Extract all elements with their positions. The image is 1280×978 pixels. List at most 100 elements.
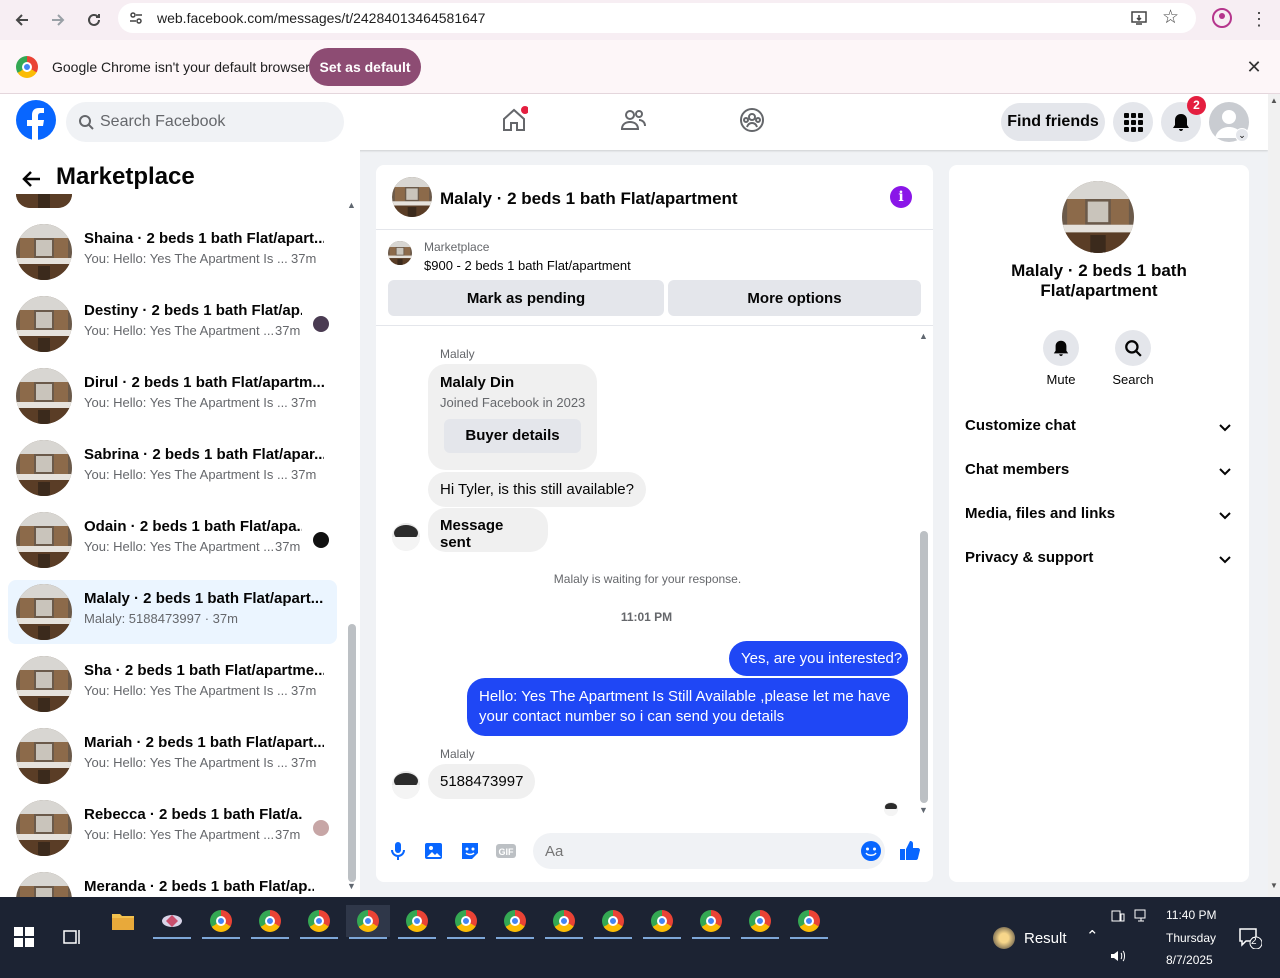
conversation-details-panel: Malaly · 2 beds 1 bath Flat/apartment Mu… <box>949 165 1249 882</box>
chrome-profile-taskbar-icon[interactable] <box>640 905 684 939</box>
profile-icon[interactable] <box>1212 8 1232 28</box>
scroll-up-arrow-icon[interactable]: ▲ <box>1270 96 1278 105</box>
site-settings-icon[interactable] <box>128 10 144 26</box>
install-app-icon[interactable] <box>1130 9 1148 27</box>
buyer-details-button[interactable]: Buyer details <box>444 419 581 453</box>
menu-grid-icon[interactable] <box>1113 102 1153 142</box>
address-bar[interactable]: web.facebook.com/messages/t/242840134645… <box>118 3 1196 33</box>
conversation-preview: You: Hello: Yes The Apartment Is ... <box>84 755 288 770</box>
conversation-item[interactable]: Shaina · 2 beds 1 bath Flat/apart... You… <box>8 220 337 284</box>
reload-icon[interactable] <box>78 4 110 36</box>
mark-as-pending-button[interactable]: Mark as pending <box>388 280 664 316</box>
conversation-item[interactable]: Rebecca · 2 beds 1 bath Flat/a... You: H… <box>8 796 337 860</box>
back-arrow-icon[interactable] <box>6 4 38 36</box>
sticker-icon[interactable] <box>458 839 482 863</box>
chat-members-row[interactable]: Chat members <box>965 449 1233 493</box>
gif-icon[interactable]: GIF <box>494 839 518 863</box>
message-sent-card: Message sent <box>428 508 548 552</box>
sender-name: Malaly <box>440 347 475 361</box>
scroll-down-arrow-icon[interactable]: ▼ <box>919 805 928 815</box>
chrome-profile-taskbar-icon[interactable] <box>493 905 537 939</box>
chevron-up-icon[interactable]: ⌃ <box>1086 927 1099 945</box>
customize-chat-row[interactable]: Customize chat <box>965 405 1233 449</box>
conversation-item[interactable]: Destiny · 2 beds 1 bath Flat/ap... You: … <box>8 292 337 356</box>
thumbs-up-icon[interactable] <box>898 839 922 863</box>
clock-day[interactable]: Thursday <box>1166 931 1216 945</box>
facebook-logo-icon[interactable] <box>16 100 56 140</box>
media-files-links-row[interactable]: Media, files and links <box>965 493 1233 537</box>
task-view-icon[interactable] <box>62 927 82 947</box>
privacy-support-row[interactable]: Privacy & support <box>965 537 1233 581</box>
chrome-taskbar-icon[interactable] <box>199 905 243 939</box>
more-options-button[interactable]: More options <box>668 280 921 316</box>
windows-start-icon[interactable] <box>14 927 34 947</box>
file-explorer-icon[interactable] <box>101 905 145 937</box>
scroll-down-arrow-icon[interactable]: ▼ <box>347 881 356 891</box>
scroll-down-arrow-icon[interactable]: ▼ <box>1270 881 1278 890</box>
conversation-item[interactable]: Sha · 2 beds 1 bath Flat/apartme... You:… <box>8 652 337 716</box>
microphone-icon[interactable] <box>386 839 410 863</box>
chrome-profile-taskbar-icon[interactable] <box>297 905 341 939</box>
forward-arrow-icon[interactable] <box>42 4 74 36</box>
clock-date[interactable]: 8/7/2025 <box>1166 953 1213 967</box>
buyer-profile-card: Malaly Din Joined Facebook in 2023 Buyer… <box>428 364 597 470</box>
volume-icon[interactable] <box>1110 949 1126 963</box>
chat-scrollbar[interactable] <box>920 531 928 803</box>
set-default-button[interactable]: Set as default <box>309 48 421 86</box>
chat-title[interactable]: Malaly · 2 beds 1 bath Flat/apartment <box>440 189 738 209</box>
conversation-item-active[interactable]: Malaly · 2 beds 1 bath Flat/apart... Mal… <box>8 580 337 644</box>
sidebar-scrollbar[interactable] <box>348 624 356 882</box>
friends-icon[interactable] <box>619 106 647 134</box>
sender-avatar <box>392 771 420 799</box>
chrome-menu-icon[interactable]: ⋮ <box>1250 8 1268 30</box>
avatar[interactable] <box>1062 181 1134 253</box>
chrome-profile-taskbar-icon[interactable] <box>346 905 390 939</box>
result-label[interactable]: Result <box>1024 930 1067 947</box>
scroll-up-arrow-icon[interactable]: ▲ <box>919 331 928 341</box>
facebook-header: Search Facebook Find friends ⌄ <box>0 94 1268 150</box>
conversation-item[interactable]: Mariah · 2 beds 1 bath Flat/apart... You… <box>8 724 337 788</box>
chevron-down-icon[interactable]: ⌄ <box>1235 128 1249 142</box>
groups-icon[interactable] <box>738 106 766 134</box>
emoji-icon[interactable] <box>859 839 883 863</box>
mute-button[interactable]: Mute <box>1031 330 1091 387</box>
chrome-profile-taskbar-icon[interactable] <box>444 905 488 939</box>
close-icon[interactable]: ✕ <box>1242 55 1266 79</box>
conversation-item[interactable]: Meranda · 2 beds 1 bath Flat/ap... <box>8 868 337 897</box>
photo-icon[interactable] <box>422 839 446 863</box>
bookmark-star-icon[interactable]: ☆ <box>1162 8 1182 28</box>
taskbar-app-icon[interactable] <box>150 905 194 939</box>
conversation-item[interactable]: Odain · 2 beds 1 bath Flat/apa... You: H… <box>8 508 337 572</box>
device-icon[interactable] <box>1111 909 1125 923</box>
page-scrollbar[interactable]: ▲ ▼ <box>1268 94 1280 897</box>
chrome-profile-taskbar-icon[interactable] <box>591 905 635 939</box>
clock-time[interactable]: 11:40 PM <box>1166 908 1216 922</box>
message-list: Malaly Malaly Din Joined Facebook in 202… <box>376 326 933 820</box>
back-arrow-icon[interactable] <box>18 165 46 193</box>
facebook-search-input[interactable]: Search Facebook <box>66 102 344 142</box>
chrome-profile-taskbar-icon[interactable] <box>787 905 831 939</box>
conversation-name: Dirul · 2 beds 1 bath Flat/apartm... <box>84 374 324 391</box>
chrome-profile-taskbar-icon[interactable] <box>248 905 292 939</box>
notification-center-icon[interactable]: 2 <box>1238 927 1263 950</box>
scroll-up-arrow-icon[interactable]: ▲ <box>347 200 356 210</box>
find-friends-button[interactable]: Find friends <box>1001 103 1105 141</box>
chrome-profile-taskbar-icon[interactable] <box>542 905 586 939</box>
chrome-profile-taskbar-icon[interactable] <box>738 905 782 939</box>
listing-title[interactable]: $900 - 2 beds 1 bath Flat/apartment <box>424 258 631 273</box>
chrome-profile-taskbar-icon[interactable] <box>395 905 439 939</box>
result-widget-icon[interactable] <box>993 927 1015 949</box>
search-conversation-button[interactable]: Search <box>1103 330 1163 387</box>
avatar[interactable] <box>392 177 432 217</box>
chrome-profile-taskbar-icon[interactable] <box>689 905 733 939</box>
conversation-item[interactable]: Sabrina · 2 beds 1 bath Flat/apar... You… <box>8 436 337 500</box>
chrome-logo-icon <box>16 56 38 78</box>
network-icon[interactable] <box>1134 909 1150 923</box>
conversation-name: Destiny · 2 beds 1 bath Flat/ap... <box>84 302 302 319</box>
search-placeholder: Search Facebook <box>100 113 226 130</box>
home-icon[interactable] <box>500 106 529 134</box>
info-icon[interactable]: i <box>890 186 912 208</box>
conversation-item[interactable]: Dirul · 2 beds 1 bath Flat/apartm... You… <box>8 364 337 428</box>
conversation-name: Malaly · 2 beds 1 bath Flat/apart... <box>84 590 324 607</box>
message-input[interactable] <box>533 833 885 869</box>
